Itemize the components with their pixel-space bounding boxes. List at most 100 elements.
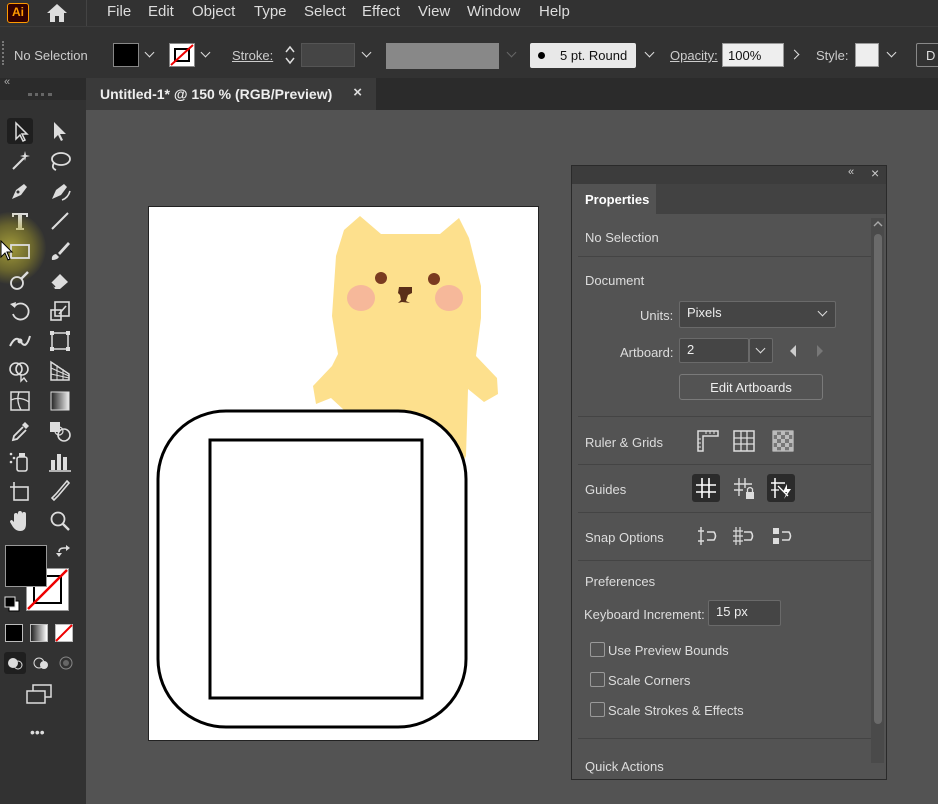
blend-tool-icon[interactable]: [47, 418, 73, 444]
bear-left-eye: [375, 272, 387, 284]
hand-tool-icon[interactable]: [7, 508, 33, 534]
free-transform-tool-icon[interactable]: [47, 328, 73, 354]
perspective-grid-tool-icon[interactable]: [47, 358, 73, 384]
draw-inside-icon[interactable]: [55, 652, 77, 674]
scale-tool-icon[interactable]: [47, 298, 73, 324]
home-icon[interactable]: [44, 2, 70, 24]
pen-tool-icon[interactable]: [7, 178, 33, 204]
opacity-label[interactable]: Opacity:: [670, 48, 718, 63]
menu-edit[interactable]: Edit: [148, 3, 174, 20]
snap-to-point-icon[interactable]: [694, 522, 722, 550]
draw-normal-icon[interactable]: [4, 652, 26, 674]
selection-tool-icon[interactable]: [7, 118, 33, 144]
document-tab[interactable]: Untitled-1* @ 150 % (RGB/Preview) ×: [86, 78, 376, 110]
divider: [578, 464, 871, 465]
collapse-icon[interactable]: «: [4, 76, 10, 88]
tab-properties[interactable]: Properties: [572, 184, 656, 214]
paintbrush-tool-icon[interactable]: [47, 238, 73, 264]
control-bar-grip[interactable]: [0, 27, 6, 79]
brush-definition[interactable]: 5 pt. Round: [530, 43, 636, 68]
menu-select[interactable]: Select: [304, 3, 346, 20]
menu-object[interactable]: Object: [192, 3, 235, 20]
direct-selection-tool-icon[interactable]: [47, 118, 73, 144]
brush-dropdown[interactable]: [640, 43, 660, 67]
more-tools-icon[interactable]: •••: [30, 724, 45, 740]
scale-strokes-checkbox[interactable]: [590, 702, 605, 717]
panel-collapse-icon[interactable]: «: [848, 166, 854, 178]
zoom-tool-icon[interactable]: [47, 508, 73, 534]
bear-right-eye: [428, 273, 440, 285]
fill-swatch[interactable]: [113, 43, 139, 67]
style-dropdown[interactable]: [882, 43, 902, 67]
snap-to-pixel-icon[interactable]: [769, 522, 797, 550]
bear-left-cheek: [347, 285, 375, 311]
menu-bar: Ai File Edit Object Type Select Effect V…: [0, 0, 938, 26]
smart-guides-icon[interactable]: [767, 474, 795, 502]
show-guides-icon[interactable]: [692, 474, 720, 502]
draw-behind-icon[interactable]: [30, 652, 52, 674]
eraser-tool-icon[interactable]: [47, 268, 73, 294]
stroke-weight-stepper[interactable]: [283, 43, 297, 67]
variable-width-profile[interactable]: [386, 43, 499, 69]
none-mode-icon[interactable]: [55, 624, 73, 642]
fill-dropdown[interactable]: [140, 43, 160, 67]
stroke-swatch[interactable]: [169, 43, 195, 67]
opacity-field[interactable]: 100%: [722, 43, 784, 67]
artboard-number-field[interactable]: 2: [679, 338, 749, 363]
menu-effect[interactable]: Effect: [362, 3, 400, 20]
grid-icon[interactable]: [730, 427, 758, 455]
menu-view[interactable]: View: [418, 3, 450, 20]
shaper-tool-icon[interactable]: [7, 268, 33, 294]
previous-artboard-icon[interactable]: [788, 344, 798, 358]
shape-builder-tool-icon[interactable]: [7, 358, 33, 384]
artboard-tool-icon[interactable]: [7, 478, 33, 504]
close-tab-icon[interactable]: ×: [353, 84, 362, 101]
column-graph-tool-icon[interactable]: [47, 448, 73, 474]
scroll-up-icon[interactable]: [873, 220, 883, 228]
tools-panel-header[interactable]: «: [0, 76, 86, 100]
width-tool-icon[interactable]: [7, 328, 33, 354]
curvature-tool-icon[interactable]: [47, 178, 73, 204]
menu-type[interactable]: Type: [254, 3, 287, 20]
gradient-tool-icon[interactable]: [47, 388, 73, 414]
menu-window[interactable]: Window: [467, 3, 520, 20]
gradient-mode-icon[interactable]: [30, 624, 48, 642]
slice-tool-icon[interactable]: [47, 478, 73, 504]
use-preview-bounds-checkbox[interactable]: [590, 642, 605, 657]
panel-scrollbar-thumb[interactable]: [874, 234, 882, 724]
stroke-weight-dropdown[interactable]: [357, 43, 377, 67]
graphic-style-swatch[interactable]: [855, 43, 879, 67]
default-colors-icon[interactable]: [4, 596, 20, 612]
swap-colors-icon[interactable]: [56, 545, 72, 561]
stroke-dropdown[interactable]: [196, 43, 216, 67]
screen-mode-icon[interactable]: [24, 683, 54, 705]
opacity-arrow[interactable]: [787, 43, 807, 67]
snap-to-grid-icon[interactable]: [730, 522, 758, 550]
mesh-tool-icon[interactable]: [7, 388, 33, 414]
keyboard-increment-field[interactable]: 15 px: [708, 600, 781, 626]
scale-corners-checkbox[interactable]: [590, 672, 605, 687]
menu-file[interactable]: File: [107, 3, 131, 20]
magic-wand-tool-icon[interactable]: [7, 148, 33, 174]
document-setup-button[interactable]: D: [916, 43, 938, 67]
edit-artboards-button[interactable]: Edit Artboards: [679, 374, 823, 400]
profile-dropdown[interactable]: [502, 43, 522, 67]
artboard-dropdown[interactable]: [749, 338, 773, 363]
lock-guides-icon[interactable]: [730, 474, 758, 502]
rotate-tool-icon[interactable]: [7, 298, 33, 324]
lasso-tool-icon[interactable]: [47, 148, 73, 174]
panel-header[interactable]: « ×: [572, 165, 886, 184]
stroke-label[interactable]: Stroke:: [232, 48, 273, 63]
eyedropper-tool-icon[interactable]: [7, 418, 33, 444]
menu-help[interactable]: Help: [539, 3, 570, 20]
bear-illustration[interactable]: [148, 206, 539, 741]
symbol-sprayer-tool-icon[interactable]: [7, 448, 33, 474]
ruler-icon[interactable]: [694, 427, 722, 455]
stroke-weight-field[interactable]: [301, 43, 355, 67]
color-mode-icon[interactable]: [5, 624, 23, 642]
units-select[interactable]: Pixels: [679, 301, 836, 328]
next-artboard-icon[interactable]: [815, 344, 825, 358]
panel-close-icon[interactable]: ×: [871, 165, 879, 181]
line-segment-tool-icon[interactable]: [47, 208, 73, 234]
transparency-grid-icon[interactable]: [769, 427, 797, 455]
